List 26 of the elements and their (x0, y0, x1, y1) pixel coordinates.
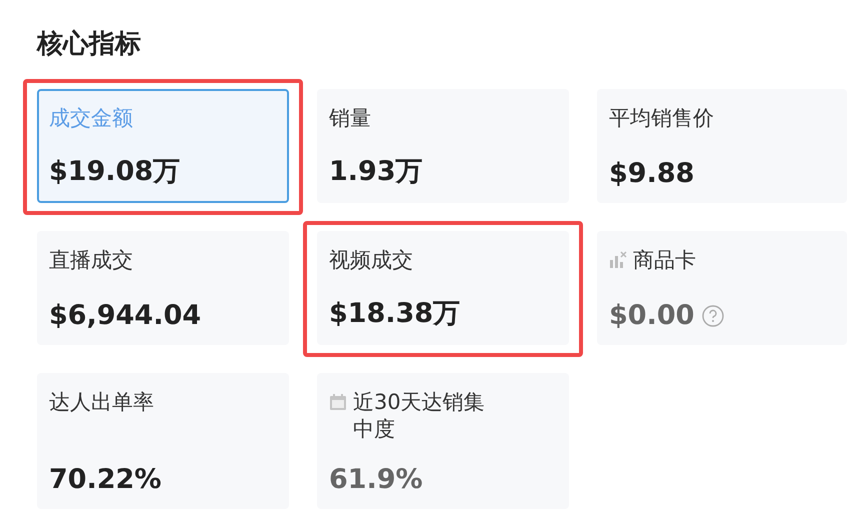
metric-label: 商品卡 (633, 247, 696, 274)
metric-label: 平均销售价 (609, 105, 714, 132)
metric-card[interactable]: 商品卡 $0.00 (597, 231, 847, 345)
section-title: 核心指标 (37, 28, 142, 61)
metric-label: 达人出单率 (49, 389, 154, 416)
metric-value: $19.08万 (49, 155, 180, 189)
metric-label: 成交金额 (49, 105, 133, 132)
metric-card[interactable]: 成交金额 $19.08万 (37, 89, 289, 203)
metric-label: 近30天达销集中度 (353, 389, 486, 444)
metric-value: 1.93万 (329, 155, 423, 189)
metric-value: 70.22% (49, 464, 162, 495)
metric-card[interactable]: 平均销售价 $9.88 (597, 89, 847, 203)
metric-label: 销量 (329, 105, 371, 132)
metric-card[interactable]: 直播成交 $6,944.04 (37, 231, 289, 345)
metric-value: $18.38万 (329, 297, 460, 331)
metric-card[interactable]: 近30天达销集中度 61.9% (317, 373, 569, 509)
metric-card[interactable]: 达人出单率 70.22% (37, 373, 289, 509)
metric-card[interactable]: 销量 1.93万 (317, 89, 569, 203)
metric-value: 61.9% (329, 464, 423, 495)
metric-card[interactable]: 视频成交 $18.38万 (317, 231, 569, 345)
metric-value: $9.88 (609, 158, 694, 189)
metric-value: $6,944.04 (49, 300, 202, 331)
metric-label: 视频成交 (329, 247, 413, 274)
metric-label: 直播成交 (49, 247, 133, 274)
help-icon[interactable] (702, 304, 724, 326)
metric-value: $0.00 (609, 300, 694, 331)
